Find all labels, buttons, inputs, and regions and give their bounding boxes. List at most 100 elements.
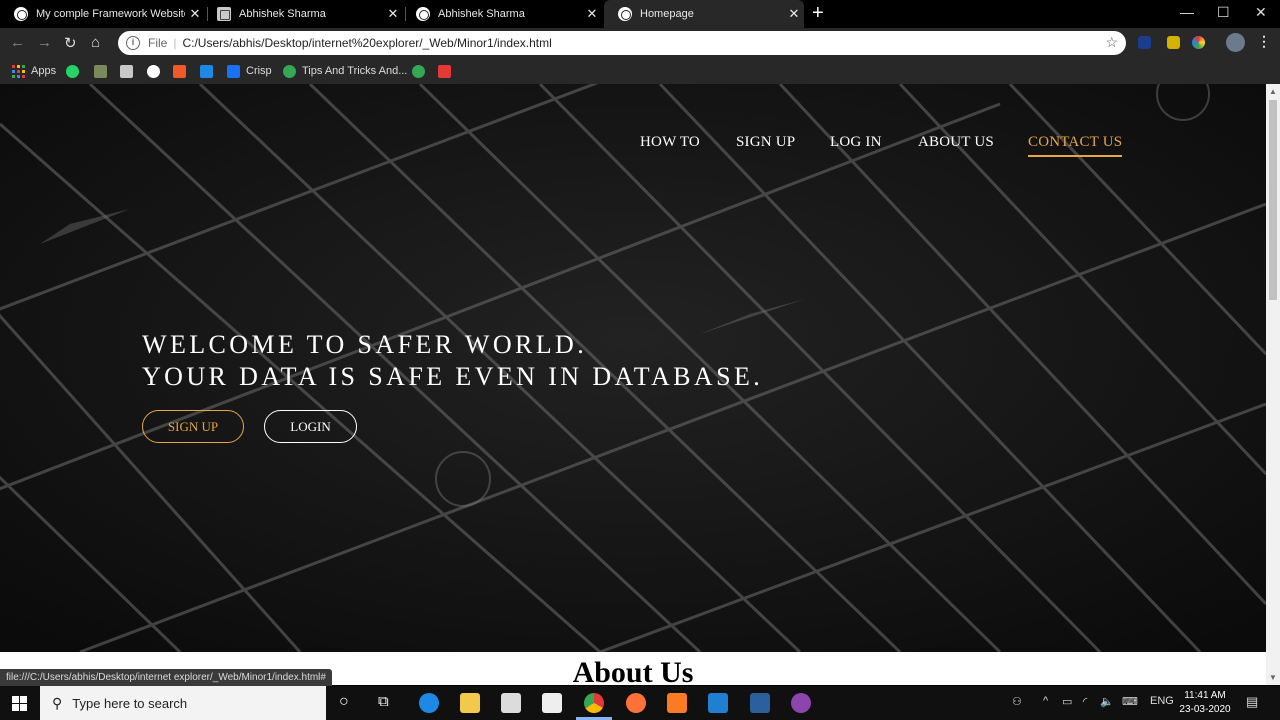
github-desktop-icon[interactable] [791,693,811,713]
wifi-icon[interactable]: ◜ [1083,695,1087,708]
store-icon[interactable] [501,693,521,713]
nav-log-in[interactable]: LOG IN [830,134,882,151]
keyboard-icon[interactable]: ⌨ [1122,695,1138,708]
bookmark-folder[interactable] [94,63,113,79]
hero-section: HOW TO SIGN UP LOG IN ABOUT US CONTACT U… [0,84,1266,652]
nav-sign-up[interactable]: SIGN UP [736,134,795,151]
bookmark-cc[interactable] [120,63,139,79]
bookmark-crisp[interactable]: Crisp [227,63,272,79]
show-hidden-icons[interactable]: ^ [1043,695,1048,707]
firefox-icon[interactable] [626,693,646,713]
extension-icon[interactable] [1192,36,1205,49]
globe-icon [147,64,160,78]
battery-icon[interactable]: ▭ [1062,695,1072,708]
tab-strip: My comple Framework Website ✕ Abhishek S… [0,0,1280,28]
back-arrow-icon[interactable]: ← [10,34,25,51]
menu-kebab-icon[interactable]: ⋮ [1257,33,1271,50]
url-scheme: File [148,36,168,50]
whatsapp-icon [66,64,79,78]
scroll-up-icon[interactable]: ▲ [1269,87,1277,96]
globe-icon [14,7,28,21]
maximize-icon[interactable]: ☐ [1217,4,1230,21]
headline-line-2: YOUR DATA IS SAFE EVEN IN DATABASE. [142,362,764,391]
bookmark-p[interactable] [412,63,431,79]
extension-icon[interactable] [1167,36,1180,49]
bookmark-label: Tips And Tricks And... [302,65,408,77]
notifications-icon[interactable]: ▤ [1246,694,1258,710]
reload-icon[interactable]: ↻ [64,34,77,52]
close-tab-icon[interactable]: ✕ [784,6,804,22]
crisp-icon [227,64,240,78]
search-icon: ⚲ [52,694,63,711]
windows-start-icon[interactable] [12,696,27,711]
browser-toolbar: ← → ↻ ⌂ i File | C:/Users/abhis/Desktop/… [0,28,1280,58]
clock[interactable]: 11:41 AM 23-03-2020 [1176,689,1234,717]
bookmark-star-icon[interactable]: ☆ [1105,34,1118,51]
bookmark-label: Crisp [246,65,272,77]
mail-icon[interactable] [542,693,562,713]
profile-avatar[interactable] [1226,33,1245,52]
search-placeholder: Type here to search [72,695,188,711]
people-icon[interactable]: ⚇ [1012,695,1022,708]
file-explorer-icon[interactable] [460,693,480,713]
tab-title: Homepage [640,8,694,20]
bookmark-tips-and-tricks[interactable]: Tips And Tricks And... [283,63,407,79]
login-button[interactable]: LOGIN [264,410,357,443]
page-favicon-icon [217,7,231,21]
info-icon[interactable]: i [126,36,140,50]
nav-contact-us[interactable]: CONTACT US [1028,134,1123,157]
home-icon[interactable]: ⌂ [91,34,100,51]
url-text[interactable]: C:/Users/abhis/Desktop/internet%20explor… [182,36,551,50]
close-window-icon[interactable]: ✕ [1255,4,1267,21]
volume-icon[interactable]: 🔈 [1100,695,1114,708]
red-app-icon [438,64,451,78]
vscode-icon[interactable] [708,693,728,713]
bookmark-apps[interactable]: Apps [12,63,56,79]
scrollbar-thumb[interactable] [1269,100,1277,300]
tab-abhishek-sharma-2[interactable]: Abhishek Sharma ✕ [402,0,602,28]
tab-homepage[interactable]: Homepage ✕ [604,0,804,28]
globe-icon [618,7,632,21]
tab-abhishek-sharma-1[interactable]: Abhishek Sharma ✕ [203,0,403,28]
cortana-icon[interactable]: ○ [339,693,349,711]
language-indicator[interactable]: ENG [1150,695,1174,707]
hero-headline: WELCOME TO SAFER WORLD. YOUR DATA IS SAF… [142,329,763,393]
folder-icon [94,64,107,78]
scroll-down-icon[interactable]: ▼ [1269,673,1277,682]
bookmark-whatsapp[interactable] [66,63,85,79]
new-tab-button[interactable]: + [812,2,824,25]
cc-icon [120,64,133,78]
signup-button[interactable]: SIGN UP [142,410,244,443]
y-icon [200,64,213,78]
close-tab-icon[interactable]: ✕ [185,6,205,22]
p-icon [412,64,425,78]
forward-arrow-icon[interactable]: → [37,34,52,51]
apps-grid-icon [12,64,25,78]
page-scrollbar[interactable]: ▲ ▼ [1266,84,1280,685]
chrome-icon[interactable] [584,693,604,713]
bookmarks-bar: Apps Crisp Tips And Tricks And... [0,58,1280,84]
xampp-icon[interactable] [667,693,687,713]
nav-how-to[interactable]: HOW TO [640,134,700,151]
address-bar[interactable]: i File | C:/Users/abhis/Desktop/internet… [118,31,1126,55]
tab-title: Abhishek Sharma [438,8,525,20]
windows-taskbar: ⚲ Type here to search ○ ⧉ ⚇ ^ ▭ ◜ 🔈 ⌨ EN… [0,686,1280,720]
tab-framework-website[interactable]: My comple Framework Website ✕ [0,0,205,28]
page-viewport: HOW TO SIGN UP LOG IN ABOUT US CONTACT U… [0,84,1266,685]
edge-icon[interactable] [419,693,439,713]
cp-icon [173,64,186,78]
close-tab-icon[interactable]: ✕ [582,6,602,22]
close-tab-icon[interactable]: ✕ [383,6,403,22]
bookmark-globe[interactable] [147,63,166,79]
bookmark-red[interactable] [438,63,457,79]
nav-about-us[interactable]: ABOUT US [918,134,994,151]
bookmark-cp[interactable] [173,63,192,79]
task-view-icon[interactable]: ⧉ [378,693,389,710]
minimize-icon[interactable]: — [1180,4,1194,20]
bookmark-label: Apps [31,65,57,77]
taskbar-search-box[interactable]: ⚲ Type here to search [40,686,326,720]
app-icon[interactable] [750,693,770,713]
extension-icon[interactable] [1138,36,1151,49]
p-icon [283,64,296,78]
bookmark-y[interactable] [200,63,219,79]
